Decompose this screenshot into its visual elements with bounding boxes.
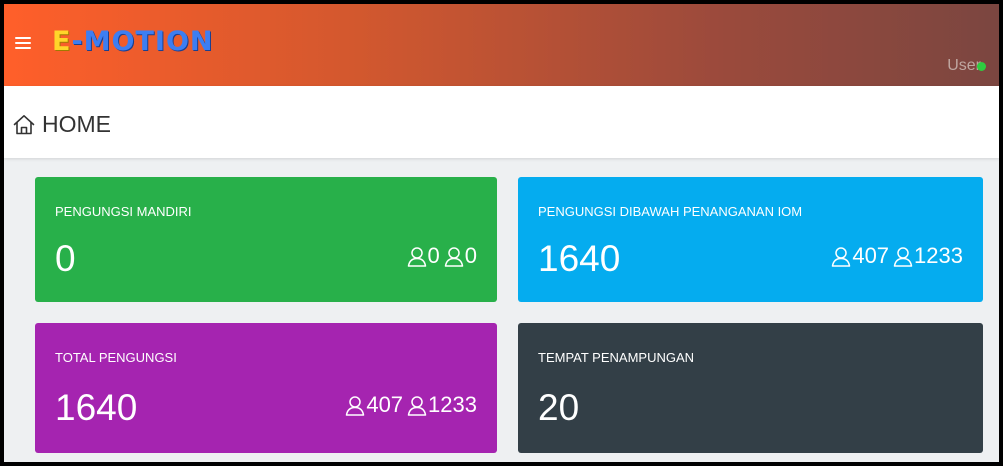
home-icon[interactable] [13,114,35,135]
logo-text: -MOTION [71,26,214,57]
female-user-icon [407,395,427,416]
top-navbar: E-MOTION User [4,4,999,86]
female-count: 1233 [428,392,477,417]
card-total-pengungsi: TOTAL PENGUNGSI 1640 407 1233 [35,323,497,453]
card-pengungsi-iom: PENGUNGSI DIBAWAH PENANGANAN IOM 1640 40… [518,177,983,302]
card-tempat-penampungan: TEMPAT PENAMPUNGAN 20 [518,323,983,453]
app-frame: E-MOTION User HOME PENGUNGSI MANDIRI 0 0… [4,4,999,462]
male-user-icon [832,246,851,267]
male-count: 407 [366,392,404,417]
card-pengungsi-mandiri: PENGUNGSI MANDIRI 0 0 0 [35,177,497,302]
card-gender-counts: 407 1233 [831,243,963,269]
logo-letter-e: E [52,26,72,57]
hamburger-menu-icon[interactable] [15,37,31,49]
card-title: TEMPAT PENAMPUNGAN [538,350,695,365]
male-count: 407 [852,243,890,268]
breadcrumb: HOME [4,86,999,158]
card-value: 1640 [55,387,138,428]
card-value: 1640 [538,238,621,279]
card-gender-counts: 0 0 [407,243,477,269]
male-user-icon [407,246,426,267]
card-value: 0 [55,238,76,279]
online-status-dot [977,62,986,71]
male-user-icon [346,395,365,416]
male-count: 0 [427,243,440,268]
female-count: 0 [464,243,477,268]
card-gender-counts: 407 1233 [345,392,477,418]
female-count: 1233 [914,243,963,268]
user-menu[interactable]: User [947,57,981,75]
card-value: 20 [538,387,580,428]
app-logo[interactable]: E-MOTION [52,26,214,58]
female-user-icon [893,246,913,267]
page-title[interactable]: HOME [42,112,111,136]
female-user-icon [444,246,463,267]
card-title: PENGUNGSI MANDIRI [55,204,192,219]
card-title: TOTAL PENGUNGSI [55,350,177,365]
card-title: PENGUNGSI DIBAWAH PENANGANAN IOM [538,204,803,219]
